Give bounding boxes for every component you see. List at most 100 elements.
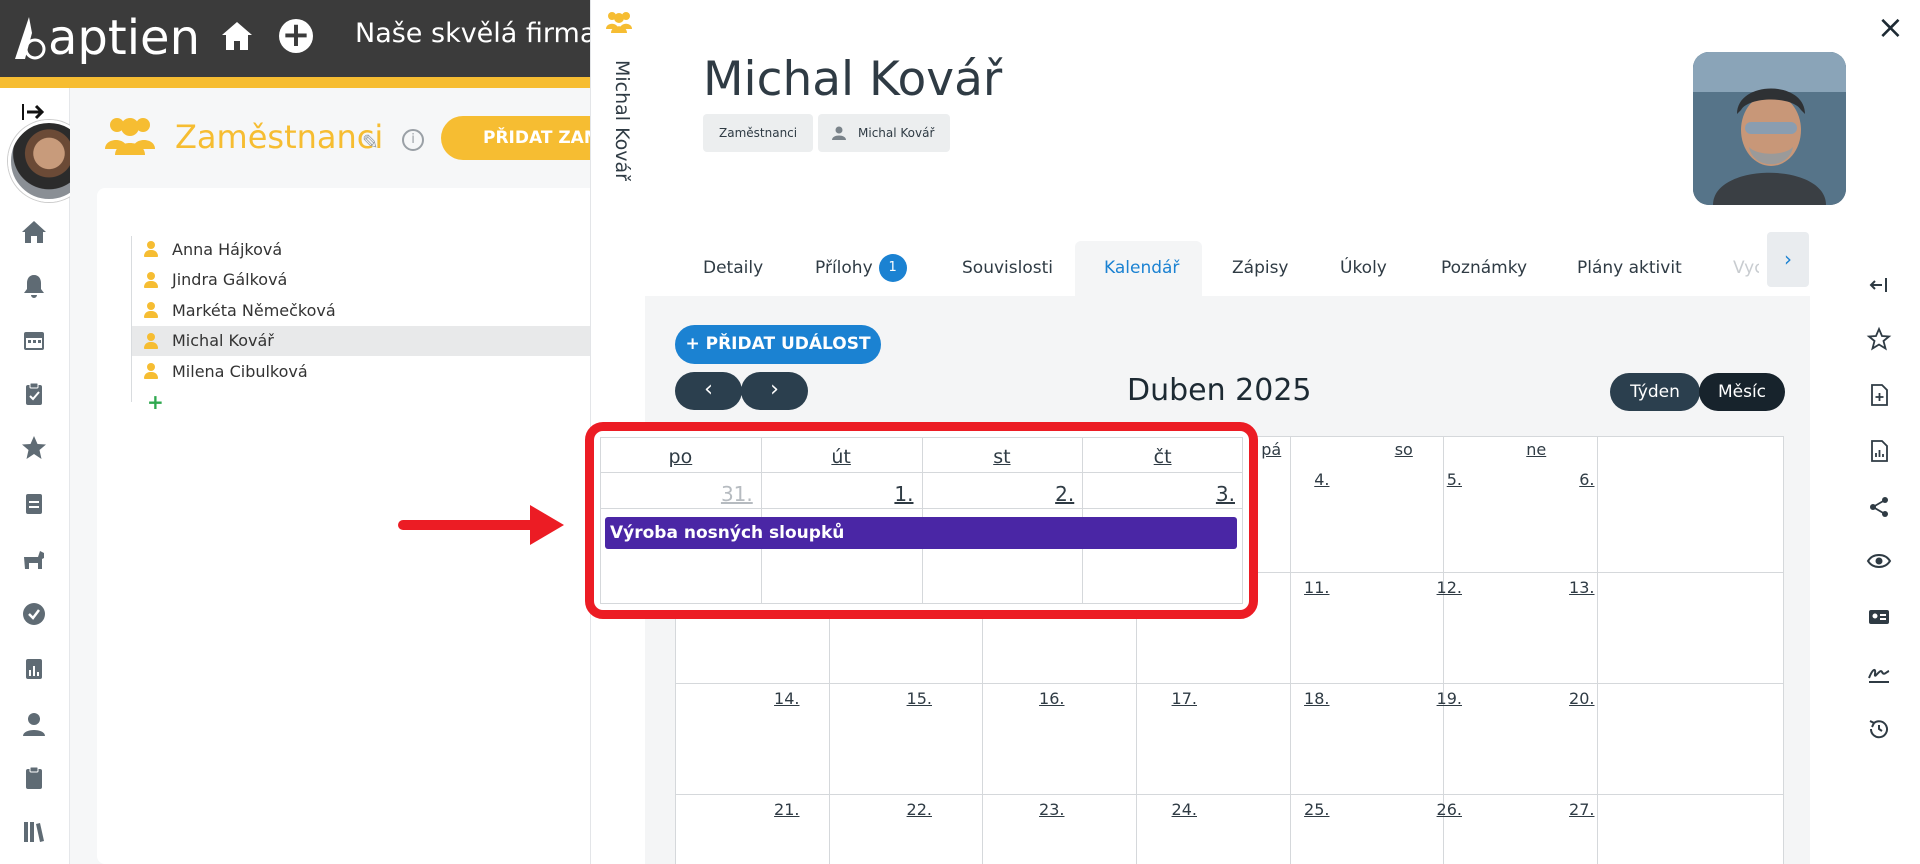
day-number[interactable]: 25. [1270,800,1329,819]
day-number[interactable]: 22. [872,800,932,819]
tab-relations[interactable]: Souvislosti [962,258,1053,278]
day-number[interactable]: 21. [740,800,799,819]
tab-attachments[interactable]: Přílohy 1 [815,254,907,282]
module-title: Zaměstnanci [175,118,384,156]
logo-mark-icon [15,17,46,60]
person-icon [144,241,158,257]
person-photo-illustration [1693,52,1846,205]
grid-row-line [675,794,1784,795]
close-icon[interactable]: × [1877,8,1904,46]
day-number[interactable]: 23. [1005,800,1064,819]
day-number[interactable]: 5. [1402,470,1462,489]
history-icon[interactable] [1866,716,1892,742]
highlight-weekday-header: po [668,446,693,468]
day-number[interactable]: 13. [1535,578,1594,597]
app-logo[interactable]: aptien [12,10,200,66]
calendar-icon[interactable] [20,326,48,354]
day-number[interactable]: 12. [1402,578,1462,597]
day-number[interactable]: 17. [1137,689,1197,708]
left-rail [0,88,70,864]
add-event-button[interactable]: + PŘIDAT UDÁLOST [675,325,881,364]
day-number[interactable]: 16. [1005,689,1064,708]
add-employee-plus-icon[interactable]: + [147,390,164,414]
day-number[interactable]: 14. [740,689,799,708]
day-number[interactable]: 27. [1535,800,1594,819]
next-month-button[interactable]: › [741,372,808,410]
star-icon[interactable] [20,434,48,462]
day-number[interactable]: 20. [1535,689,1594,708]
file-add-icon[interactable] [1866,382,1892,408]
person-name: Michal Kovář [703,52,1003,107]
highlight-day-number[interactable]: 1. [854,482,913,506]
employee-list-item[interactable]: Michal Kovář [132,325,600,356]
file-chart-icon[interactable] [1866,438,1892,464]
tab-details[interactable]: Detaily [703,258,763,278]
highlight-weekday-header: út [831,446,851,468]
tab-records[interactable]: Zápisy [1232,258,1289,278]
highlight-day-number[interactable]: 2. [1014,482,1074,506]
highlight-weekday-header: čt [1153,446,1172,468]
clipboard-check-icon[interactable] [20,380,48,408]
day-number[interactable]: 26. [1402,800,1462,819]
employee-list-item[interactable]: Milena Cibulková [132,356,600,386]
day-number[interactable]: 6. [1535,470,1594,489]
info-icon[interactable]: i [402,129,424,151]
day-number[interactable]: 11. [1270,578,1329,597]
collapse-left-icon[interactable] [1866,272,1892,298]
home-icon[interactable] [219,18,255,54]
annotation-arrow-line [398,520,538,530]
document-icon[interactable] [20,490,48,518]
day-number[interactable]: 18. [1270,689,1329,708]
highlight-weekday-header: st [993,446,1011,468]
day-number[interactable]: 19. [1402,689,1462,708]
dog-icon[interactable] [20,545,48,573]
breadcrumb-employees[interactable]: Zaměstnanci [703,114,814,152]
breadcrumb-person[interactable]: Michal Kovář [818,114,951,152]
calendar-month-title: Duben 2025 [1127,373,1312,408]
logo-text: aptien [48,10,200,66]
breadcrumb-person-label: Michal Kovář [858,126,935,140]
tabs-next-icon[interactable]: › [1767,232,1809,287]
person-icon [144,302,158,319]
weekday-header: so [1394,440,1413,459]
share-icon[interactable] [1866,494,1892,520]
tab-activity-plans[interactable]: Plány aktivit [1577,258,1682,278]
clipboard-icon[interactable] [20,764,48,792]
week-view-button[interactable]: Týden [1610,373,1700,411]
prev-month-button[interactable]: ‹ [675,372,742,410]
highlight-row-line [600,472,1243,473]
signature-icon[interactable] [1866,660,1892,686]
tab-calendar[interactable]: Kalendář [1104,258,1179,278]
report-icon[interactable] [20,655,48,683]
tab-notes[interactable]: Poznámky [1441,258,1527,278]
id-card-icon[interactable] [1866,604,1892,630]
highlight-day-number[interactable]: 3. [1175,482,1235,506]
annotation-arrow-head [530,505,564,545]
pencil-icon[interactable]: ✎ [362,130,379,154]
home-rail-icon[interactable] [20,218,48,246]
highlight-day-number[interactable]: 31. [693,482,753,506]
day-number[interactable]: 15. [872,689,932,708]
check-circle-icon[interactable] [20,600,48,628]
day-number[interactable]: 24. [1137,800,1197,819]
month-view-button[interactable]: Měsíc [1699,373,1785,411]
employee-name: Anna Hájková [172,239,283,259]
employee-list-item[interactable]: Markéta Němečková [132,295,600,325]
employee-list-item[interactable]: Jindra Gálková [132,265,600,295]
person-icon [144,332,158,349]
bell-icon[interactable] [20,272,48,300]
employees-small-icon [606,12,632,33]
company-name[interactable]: Naše skvělá firma [355,18,596,49]
tab-tasks[interactable]: Úkoly [1340,258,1387,278]
library-icon[interactable] [20,818,48,846]
day-number[interactable]: 4. [1270,470,1329,489]
tab-truncated[interactable]: Vyc [1733,258,1759,278]
person-icon[interactable] [20,710,48,738]
star-outline-icon[interactable] [1866,326,1892,352]
grid-row-line [675,683,1784,684]
calendar-event[interactable]: Výroba nosných sloupků [605,517,1237,549]
person-icon [144,271,158,288]
employee-list-item[interactable]: Anna Hájková [132,234,600,264]
add-circle-icon[interactable]: + [279,18,313,53]
eye-icon[interactable] [1866,548,1892,574]
